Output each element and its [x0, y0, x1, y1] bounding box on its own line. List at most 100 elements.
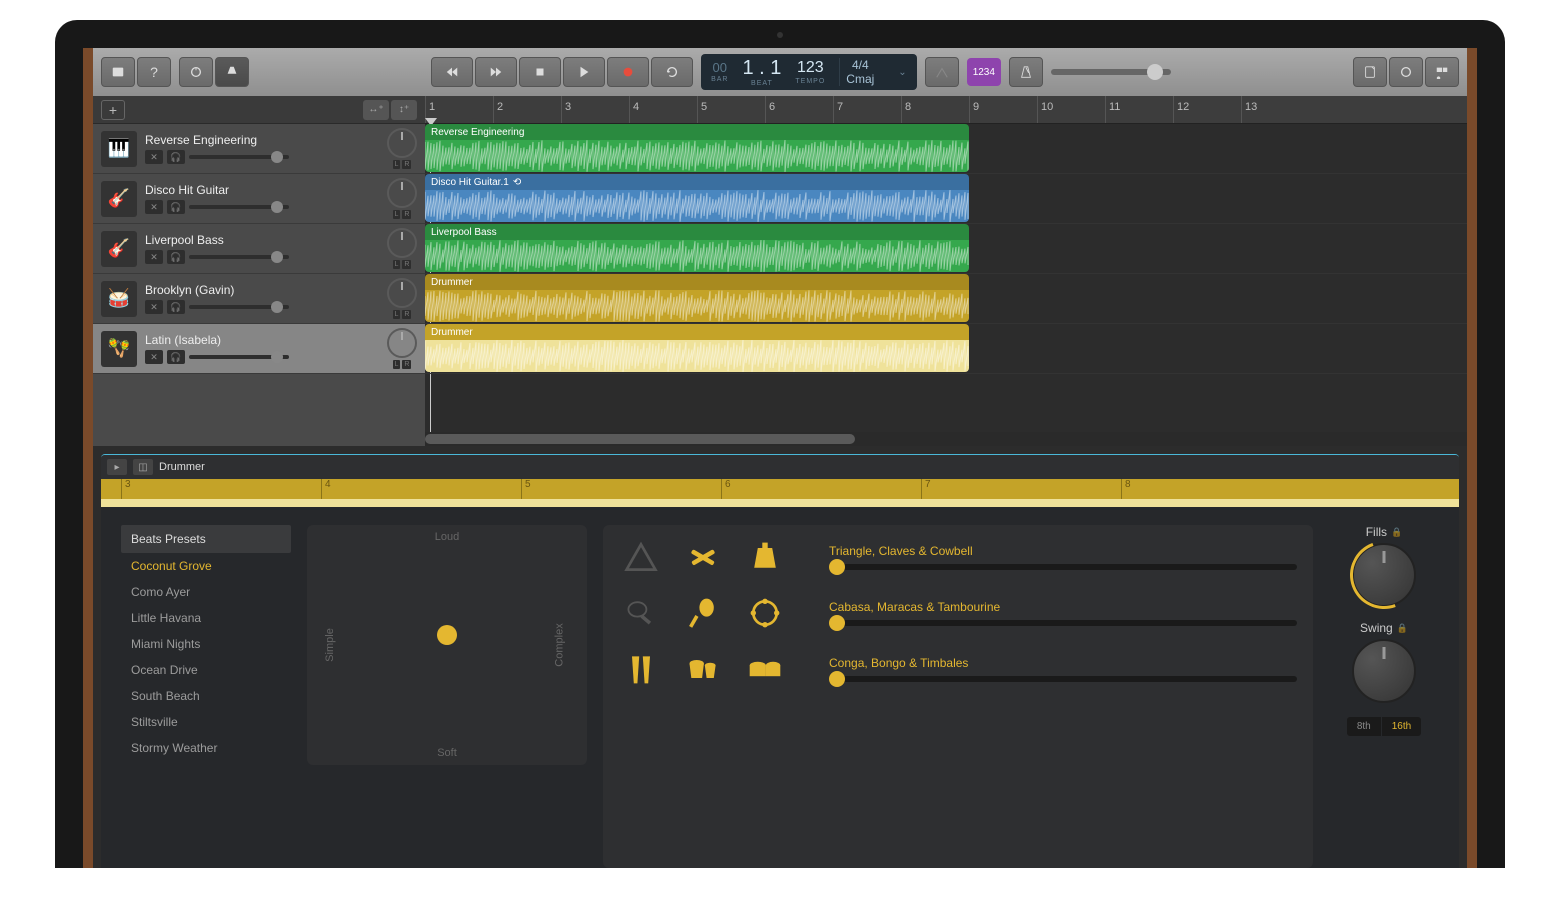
cycle-button[interactable] [651, 57, 693, 87]
rewind-button[interactable] [431, 57, 473, 87]
mute-button[interactable]: ✕ [145, 350, 163, 364]
mute-button[interactable]: ✕ [145, 200, 163, 214]
pan-knob[interactable] [387, 178, 417, 208]
percussion-amount-slider[interactable] [829, 564, 1297, 570]
mute-button[interactable]: ✕ [145, 250, 163, 264]
track-instrument-icon: 🎸 [101, 231, 137, 267]
pan-knob[interactable] [387, 128, 417, 158]
conga-icon[interactable] [619, 647, 663, 691]
editor-tab-label: Drummer [159, 461, 205, 473]
editors-button[interactable] [215, 57, 249, 87]
track-instrument-icon: 🪇 [101, 331, 137, 367]
editor-ruler-mark: 5 [521, 479, 531, 499]
smart-controls-button[interactable] [179, 57, 213, 87]
media-browser-button[interactable] [1425, 57, 1459, 87]
horizontal-scrollbar[interactable] [425, 432, 1467, 446]
track-header[interactable]: 🎹Reverse Engineering✕🎧LR [93, 124, 425, 174]
preset-item[interactable]: Como Ayer [121, 579, 291, 605]
maracas-icon[interactable] [681, 591, 725, 635]
triangle-icon[interactable] [619, 535, 663, 579]
toolbar: ? 00BAR 1 . 1BEAT 123TEMPO 4/4 Cmaj ⌄ 12… [93, 48, 1467, 96]
volume-slider[interactable] [189, 255, 289, 259]
xy-pad[interactable]: Loud Soft Simple Complex [307, 525, 587, 765]
record-button[interactable] [607, 57, 649, 87]
volume-slider[interactable] [189, 305, 289, 309]
swing-8th-button[interactable]: 8th [1347, 717, 1381, 736]
solo-headphones-button[interactable]: 🎧 [167, 300, 185, 314]
ruler-mark: 2 [493, 96, 506, 123]
bongo-icon[interactable] [681, 647, 725, 691]
mute-button[interactable]: ✕ [145, 150, 163, 164]
cowbell-icon[interactable] [743, 535, 787, 579]
region-lane[interactable]: Drummer [425, 324, 1467, 374]
preset-item[interactable]: Little Havana [121, 605, 291, 631]
preset-item[interactable]: Stiltsville [121, 709, 291, 735]
lcd-signature[interactable]: 4/4 Cmaj [839, 58, 880, 86]
audio-region[interactable]: Disco Hit Guitar.1 ⟲ [425, 174, 969, 222]
track-header[interactable]: 🥁Brooklyn (Gavin)✕🎧LR [93, 274, 425, 324]
fills-knob[interactable] [1352, 543, 1416, 607]
mute-button[interactable]: ✕ [145, 300, 163, 314]
preset-item[interactable]: Coconut Grove [121, 553, 291, 579]
percussion-group-label: Conga, Bongo & Timbales [829, 656, 1297, 670]
lcd-display[interactable]: 00BAR 1 . 1BEAT 123TEMPO 4/4 Cmaj ⌄ [701, 54, 917, 90]
region-lane[interactable]: Disco Hit Guitar.1 ⟲ [425, 174, 1467, 224]
quick-help-button[interactable]: ? [137, 57, 171, 87]
solo-headphones-button[interactable]: 🎧 [167, 250, 185, 264]
preset-item[interactable]: Miami Nights [121, 631, 291, 657]
pan-knob[interactable] [387, 228, 417, 258]
region-lane[interactable]: Reverse Engineering [425, 124, 1467, 174]
preset-item[interactable]: South Beach [121, 683, 291, 709]
count-in-button[interactable]: 1234 [967, 58, 1001, 86]
percussion-amount-slider[interactable] [829, 676, 1297, 682]
scrollbar-thumb[interactable] [425, 434, 855, 444]
timbales-icon[interactable] [743, 647, 787, 691]
claves-icon[interactable] [681, 535, 725, 579]
swing-knob[interactable] [1352, 639, 1416, 703]
volume-slider[interactable] [189, 155, 289, 159]
percussion-amount-slider[interactable] [829, 620, 1297, 626]
track-header[interactable]: 🎸Disco Hit Guitar✕🎧LR [93, 174, 425, 224]
stop-button[interactable] [519, 57, 561, 87]
volume-slider[interactable] [189, 205, 289, 209]
cabasa-icon[interactable] [619, 591, 663, 635]
vertical-zoom-button[interactable]: ↕⁺ [391, 100, 417, 120]
add-track-button[interactable]: + [101, 100, 125, 120]
editor-ruler[interactable]: 345678 [101, 479, 1459, 499]
preset-item[interactable]: Ocean Drive [121, 657, 291, 683]
editor-view-button-2[interactable]: ◫ [133, 459, 153, 475]
horizontal-zoom-button[interactable]: ↔⁺ [363, 100, 389, 120]
swing-16th-button[interactable]: 16th [1382, 717, 1421, 736]
audio-region[interactable]: Drummer [425, 324, 969, 372]
forward-button[interactable] [475, 57, 517, 87]
solo-headphones-button[interactable]: 🎧 [167, 150, 185, 164]
play-button[interactable] [563, 57, 605, 87]
solo-headphones-button[interactable]: 🎧 [167, 200, 185, 214]
region-lane[interactable]: Liverpool Bass [425, 224, 1467, 274]
xy-puck[interactable] [437, 625, 457, 645]
pan-knob[interactable] [387, 278, 417, 308]
track-header[interactable]: 🎸Liverpool Bass✕🎧LR [93, 224, 425, 274]
track-header[interactable]: 🪇Latin (Isabela)✕🎧LR [93, 324, 425, 374]
editor-region-strip[interactable] [101, 499, 1459, 507]
region-lane[interactable]: Drummer [425, 274, 1467, 324]
notepad-button[interactable] [1353, 57, 1387, 87]
preset-item[interactable]: Stormy Weather [121, 735, 291, 761]
pan-knob[interactable] [387, 328, 417, 358]
library-button[interactable] [101, 57, 135, 87]
volume-slider[interactable] [189, 355, 289, 359]
loop-browser-button[interactable] [1389, 57, 1423, 87]
master-volume-slider[interactable] [1051, 69, 1171, 75]
timeline-ruler[interactable]: 12345678910111213 [425, 96, 1467, 124]
editor-view-button-1[interactable]: ▸ [107, 459, 127, 475]
audio-region[interactable]: Reverse Engineering [425, 124, 969, 172]
metronome-button[interactable] [1009, 57, 1043, 87]
ruler-mark: 6 [765, 96, 778, 123]
audio-region[interactable]: Drummer [425, 274, 969, 322]
lcd-dropdown-icon[interactable]: ⌄ [898, 67, 906, 78]
audio-region[interactable]: Liverpool Bass [425, 224, 969, 272]
solo-headphones-button[interactable]: 🎧 [167, 350, 185, 364]
tambourine-icon[interactable] [743, 591, 787, 635]
arrange-area[interactable]: 12345678910111213 Reverse EngineeringDis… [425, 96, 1467, 446]
tuner-button[interactable] [925, 57, 959, 87]
